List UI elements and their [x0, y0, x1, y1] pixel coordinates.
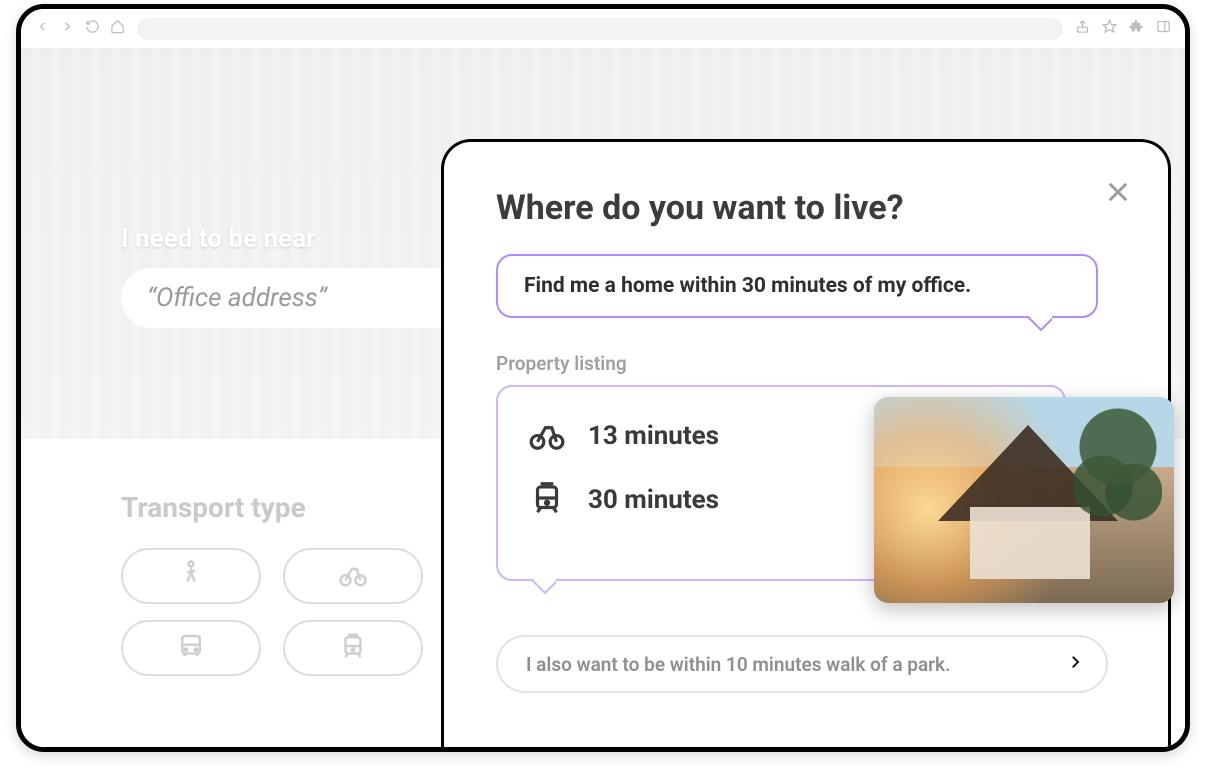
search-modal: Where do you want to live? Find me a hom… [441, 139, 1171, 747]
back-icon[interactable] [35, 19, 50, 38]
chevron-right-icon [1066, 653, 1084, 675]
travel-tram-value: 30 minutes [588, 485, 719, 515]
listing-label: Property listing [496, 352, 1116, 375]
user-message-bubble: Find me a home within 30 minutes of my o… [496, 254, 1098, 318]
browser-toolbar [21, 9, 1185, 49]
home-icon[interactable] [110, 19, 125, 38]
user-message-text: Find me a home within 30 minutes of my o… [524, 274, 1070, 298]
url-field[interactable] [137, 18, 1063, 40]
extensions-icon[interactable] [1129, 19, 1144, 38]
modal-title: Where do you want to live? [496, 188, 1116, 228]
bus-icon [176, 631, 206, 665]
transport-tram[interactable] [283, 620, 423, 676]
star-icon[interactable] [1102, 19, 1117, 38]
transport-bus[interactable] [121, 620, 261, 676]
listing-bubble: 13 minutes 30 minutes [496, 385, 1066, 581]
tram-icon [528, 479, 566, 521]
page: I need to be near “Office address” Trans… [21, 49, 1185, 747]
reload-icon[interactable] [85, 19, 100, 38]
close-button[interactable] [1104, 178, 1132, 206]
panel-icon[interactable] [1156, 19, 1171, 38]
transport-walk[interactable] [121, 548, 261, 604]
listing-image[interactable] [874, 397, 1174, 603]
bike-icon [528, 415, 566, 457]
bike-icon [338, 559, 368, 593]
travel-bike-value: 13 minutes [588, 421, 719, 451]
suggestion-pill[interactable]: I also want to be within 10 minutes walk… [496, 635, 1108, 693]
suggestion-text: I also want to be within 10 minutes walk… [526, 653, 950, 676]
share-icon[interactable] [1075, 19, 1090, 38]
walk-icon [176, 559, 206, 593]
tram-icon [338, 631, 368, 665]
close-icon [1104, 191, 1132, 210]
transport-options [121, 548, 423, 676]
search-placeholder: “Office address” [147, 283, 327, 313]
browser-window: I need to be near “Office address” Trans… [16, 4, 1190, 752]
forward-icon[interactable] [60, 19, 75, 38]
transport-bike[interactable] [283, 548, 423, 604]
transport-title: Transport type [121, 491, 423, 524]
